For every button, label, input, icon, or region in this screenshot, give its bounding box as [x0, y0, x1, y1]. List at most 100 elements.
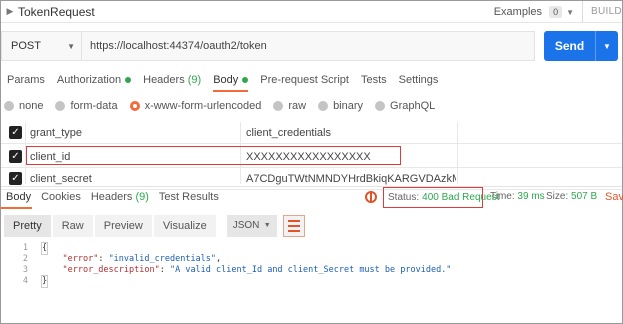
response-bar: Body Cookies Headers (9) Test Results St… — [1, 186, 623, 209]
code-line: 3 "error_description": "A valid client_I… — [14, 265, 452, 276]
tab-cookies[interactable]: Cookies — [36, 187, 86, 208]
tab-label: Tests — [360, 74, 387, 86]
line-number: 3 — [22, 265, 28, 275]
url-input[interactable]: https://localhost:44374/oauth2/token — [82, 32, 534, 60]
status-indicator[interactable]: Status: 400 Bad Request — [383, 187, 499, 208]
tab-params[interactable]: Params — [1, 70, 51, 92]
radio-label: form-data — [70, 100, 118, 112]
size-label: Size: — [546, 191, 569, 202]
tab-headers[interactable]: Headers (9) — [137, 70, 207, 92]
format-value: JSON — [232, 220, 260, 231]
tab-authorization[interactable]: Authorization — [51, 70, 137, 92]
view-preview-button[interactable]: Preview — [94, 215, 152, 237]
view-visualize-button[interactable]: Visualize — [153, 215, 216, 237]
globe-icon[interactable] — [365, 191, 377, 203]
method-value: POST — [11, 40, 41, 52]
tab-label: Settings — [398, 74, 439, 86]
tab-label: Pre-request Script — [260, 74, 349, 86]
tab-label: Headers — [90, 191, 133, 203]
request-tabs: Params Authorization Headers (9) Body Pr… — [1, 70, 444, 92]
radio-icon[interactable] — [55, 101, 66, 111]
tab-tests[interactable]: Tests — [355, 70, 393, 92]
time-label: Time: — [490, 191, 515, 202]
chevron-down-icon: ▼ — [67, 41, 75, 51]
send-label: Send — [544, 31, 596, 61]
title-bar-actions: Examples 0 ▼ BUILD — [494, 1, 622, 23]
view-raw-button[interactable]: Raw — [52, 215, 93, 237]
tab-label: Authorization — [56, 74, 122, 86]
radio-icon[interactable] — [4, 101, 14, 111]
body-type-raw[interactable]: raw — [273, 100, 306, 112]
request-name[interactable]: TokenRequest — [18, 5, 95, 19]
radio-icon[interactable] — [318, 101, 329, 111]
json-brace: } — [40, 275, 49, 288]
method-select[interactable]: POST ▼ — [2, 32, 82, 60]
examples-count-badge: 0 — [549, 6, 563, 18]
tab-test-results[interactable]: Test Results — [154, 187, 224, 208]
active-dot-icon — [242, 77, 249, 84]
checkbox-checked-icon[interactable]: ✓ — [9, 126, 22, 139]
active-dot-icon — [125, 77, 132, 84]
param-value[interactable]: client_credentials — [246, 122, 456, 144]
chevron-down-icon: ▼ — [263, 222, 271, 229]
collapse-caret-icon[interactable]: ▶ — [2, 6, 18, 17]
radio-label: raw — [288, 100, 307, 112]
body-type-none[interactable]: none — [4, 100, 43, 112]
line-number: 1 — [22, 243, 28, 253]
time-value: 39 ms — [517, 191, 545, 202]
tab-label: Body — [6, 191, 32, 203]
tab-body[interactable]: Body — [207, 70, 254, 92]
code-line: 1 { — [14, 242, 451, 255]
request-url-bar: POST ▼ https://localhost:44374/oauth2/to… — [1, 31, 535, 61]
highlight-box — [26, 146, 401, 165]
checkbox-checked-icon[interactable]: ✓ — [9, 150, 22, 163]
tab-label: Cookies — [41, 191, 81, 203]
param-key[interactable]: grant_type — [30, 122, 82, 144]
body-type-binary[interactable]: binary — [318, 100, 363, 112]
examples-label: Examples — [493, 6, 542, 18]
tab-response-body[interactable]: Body — [1, 187, 36, 209]
checkbox-checked-icon[interactable]: ✓ — [9, 172, 22, 185]
radio-label: x-www-form-urlencoded — [144, 100, 262, 112]
size-value: 507 B — [571, 191, 598, 202]
chevron-down-icon[interactable]: ▼ — [566, 8, 574, 17]
radio-icon[interactable] — [273, 101, 284, 111]
radio-label: binary — [333, 100, 364, 112]
column-divider — [457, 122, 458, 184]
json-string: "A valid client_Id and client_Secret mus… — [169, 265, 452, 275]
request-title-bar: ▶ TokenRequest Examples 0 ▼ BUILD — [1, 1, 622, 23]
wrap-lines-icon[interactable] — [282, 215, 305, 237]
save-response-button[interactable]: Save — [605, 187, 623, 207]
response-viewer-toolbar: Pretty Raw Preview Visualize JSON ▼ — [4, 215, 305, 237]
line-number: 4 — [22, 276, 28, 286]
json-key: "error" — [62, 254, 99, 264]
send-options-chevron-icon[interactable]: ▼ — [596, 42, 618, 51]
body-type-selector: none form-data x-www-form-urlencoded raw… — [4, 98, 447, 114]
send-button[interactable]: Send ▼ — [544, 31, 618, 61]
build-button[interactable]: BUILD — [582, 1, 622, 23]
radio-icon[interactable] — [375, 101, 386, 111]
json-key: "error_description" — [62, 265, 160, 275]
tab-pre-request-script[interactable]: Pre-request Script — [254, 70, 355, 92]
radio-selected-icon[interactable] — [129, 101, 140, 111]
view-pretty-button[interactable]: Pretty — [4, 215, 51, 237]
headers-count: (9) — [135, 191, 149, 203]
radio-label: none — [19, 100, 44, 112]
tab-label: Test Results — [158, 191, 219, 203]
examples-dropdown[interactable]: Examples 0 — [493, 6, 563, 18]
time-indicator[interactable]: Time: 39 ms — [490, 187, 545, 207]
code-line: 2 "error": "invalid_credentials", — [14, 254, 451, 265]
size-indicator[interactable]: Size: 507 B — [546, 187, 597, 207]
tab-label: Params — [7, 74, 45, 86]
format-select[interactable]: JSON ▼ — [226, 215, 277, 237]
response-body-code[interactable]: 1 { 2 "error": "invalid_credentials", 3 … — [14, 242, 452, 288]
code-line: 4 } — [14, 275, 451, 288]
tab-response-headers[interactable]: Headers (9) — [86, 187, 154, 208]
json-brace: { — [40, 242, 49, 255]
body-type-form-data[interactable]: form-data — [55, 100, 118, 112]
body-type-graphql[interactable]: GraphQL — [375, 100, 435, 112]
body-type-urlencoded[interactable]: x-www-form-urlencoded — [129, 100, 262, 112]
tab-label: Headers — [143, 74, 185, 86]
line-number: 2 — [22, 254, 28, 264]
tab-settings[interactable]: Settings — [393, 70, 445, 92]
